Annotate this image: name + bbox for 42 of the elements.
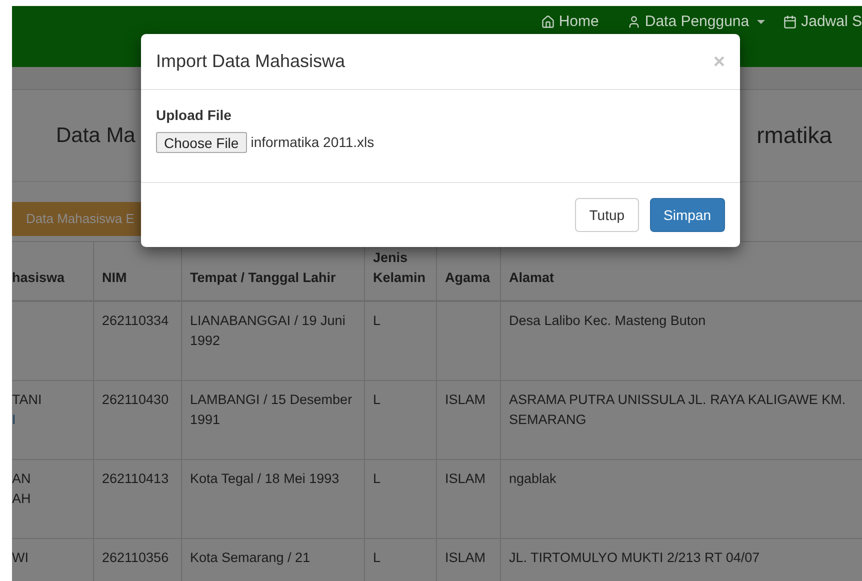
nav-link[interactable]: Jadwal S [783, 11, 862, 34]
user-icon [626, 15, 641, 30]
table-cell-text: ISLAM [445, 549, 486, 567]
table-cell-text: JL. TIRTOMULYO MUKTI 2/213 RT 04/07 [509, 549, 760, 567]
table-cell-text: L [373, 470, 381, 488]
table-cell-text: L [373, 391, 381, 409]
page-heading: Data Ma [56, 122, 136, 149]
table-cell-text: LIANABANGGAI / 19 Juni 1992 [190, 312, 346, 350]
table-cell-text: Kota Tegal / 18 Mei 1993 [190, 470, 340, 488]
table-cell-text: 262110334 [102, 312, 169, 330]
column-header: Tempat / Tanggal Lahir [190, 269, 336, 287]
close-dialog-button[interactable]: Tutup [575, 198, 639, 232]
table-cell-text: LAMBANGI / 15 Desember 1991 [190, 391, 354, 429]
table-cell-text: Desa Lalibo Kec. Masteng Buton [509, 312, 706, 330]
table-cell-text: Kota Semarang / 21 [190, 549, 310, 567]
nav-link[interactable]: Home [540, 11, 599, 34]
column-header: Agama [445, 269, 490, 287]
calendar-icon [783, 15, 798, 30]
table-cell-text: 262110356 [102, 549, 169, 567]
table-cell-text: L [373, 312, 381, 330]
column-header: Alamat [509, 269, 554, 287]
nav-link[interactable]: Data Pengguna [626, 11, 766, 34]
save-button[interactable]: Simpan [650, 198, 725, 232]
table-cell-text: ASRAMA PUTRA UNISSULA JL. RAYA KALIGAWE KM. SEMARANG [509, 391, 847, 429]
table-cell-text: WI [12, 549, 28, 567]
column-header: hasiswa [12, 269, 65, 287]
table-cell-text: ISLAM [445, 391, 486, 409]
table-cell-text: ISLAM [445, 470, 486, 488]
column-header: NIM [102, 269, 127, 287]
table-cell-text: L [373, 549, 381, 567]
column-header: Jenis Kelamin [373, 249, 427, 287]
table-cell-text: AN AH [12, 470, 31, 508]
file-name: informatika 2011.xls [250, 133, 374, 152]
dialog-title: Import Data Mahasiswa [156, 50, 346, 73]
table-cell-text: TANI [12, 391, 42, 409]
house-icon [540, 15, 555, 30]
page-heading: rmatika [756, 121, 832, 150]
choose-file-button[interactable]: Choose File [156, 132, 247, 153]
table-cell-text: 262110413 [102, 470, 169, 488]
table-cell-text: 262110430 [102, 391, 169, 409]
field-label: Upload File [156, 106, 232, 125]
table-cell-text: ngablak [509, 470, 556, 488]
